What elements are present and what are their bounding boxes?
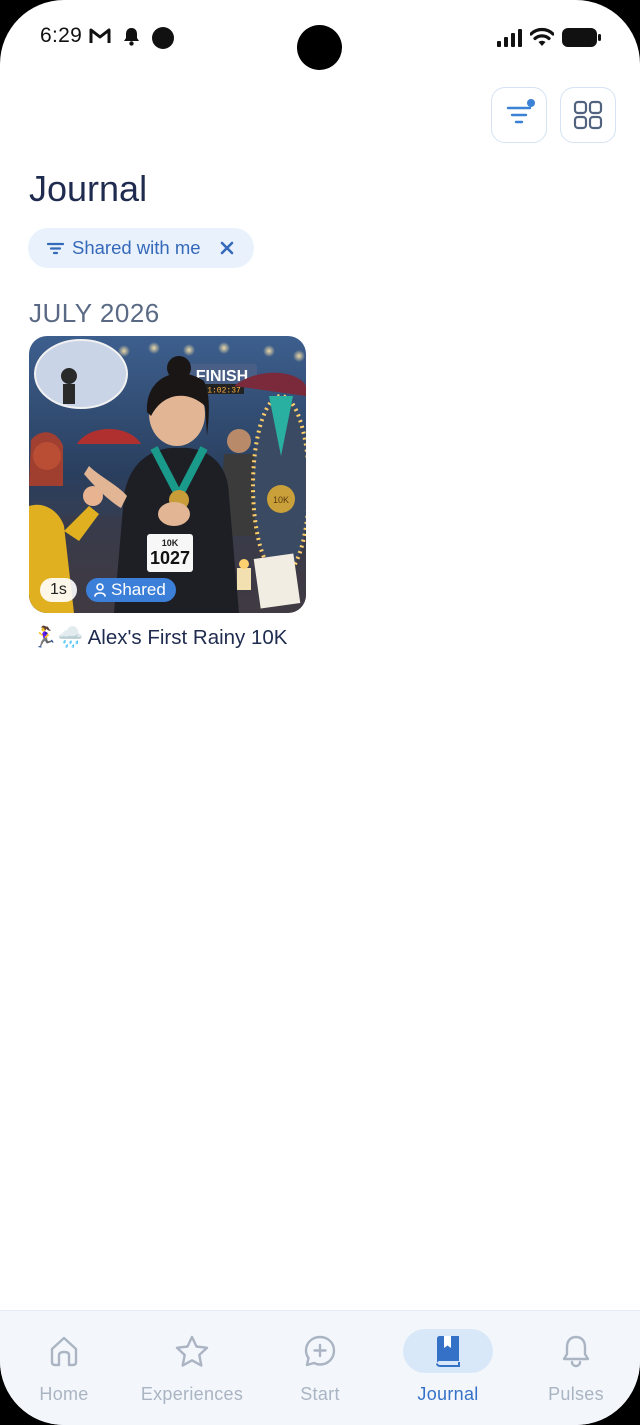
nav-pulses-label: Pulses — [548, 1384, 604, 1404]
filter-active-dot — [527, 99, 535, 107]
nav-home[interactable]: Home — [0, 1329, 128, 1405]
home-icon — [50, 1336, 78, 1367]
nav-journal-label: Journal — [417, 1384, 479, 1404]
journal-entry-card[interactable]: FINISH 1:02:37 10K 10K 1027 1s Shared — [29, 336, 306, 613]
person-icon — [94, 583, 106, 597]
mirror-medal-text: 10K — [273, 495, 289, 505]
race-bib-label: 10K — [162, 538, 179, 548]
filter-icon — [506, 106, 532, 124]
journal-book-icon — [436, 1336, 460, 1367]
wifi-icon — [530, 27, 554, 46]
nav-experiences-label: Experiences — [140, 1384, 244, 1404]
nav-experiences[interactable]: Experiences — [128, 1329, 256, 1405]
notification-bell-icon — [124, 28, 139, 46]
filter-chip-label: Shared with me — [72, 237, 201, 258]
nav-start[interactable]: Start — [256, 1329, 384, 1405]
duration-badge: 1s — [40, 578, 77, 602]
nav-home-label: Home — [39, 1384, 89, 1404]
status-time: 6:29 — [40, 24, 83, 47]
chat-plus-icon — [304, 1335, 336, 1367]
front-camera — [297, 25, 342, 70]
star-icon — [175, 1335, 209, 1367]
battery-icon — [562, 28, 601, 47]
race-bib-number: 1027 — [150, 548, 190, 568]
journal-entry-title[interactable]: 🏃‍♀️🌧️ Alex's First Rainy 10K — [32, 626, 287, 650]
bottom-navigation: Home Experiences Start Journal Pulses — [0, 1310, 640, 1425]
bell-icon — [562, 1335, 590, 1368]
entry-cover-image: FINISH 1:02:37 10K 10K 1027 — [29, 336, 306, 613]
filter-button[interactable] — [491, 87, 547, 143]
app-screen: 6:29 Journal Shared with me JULY 2026 FI… — [0, 0, 640, 1425]
shared-badge: Shared — [86, 578, 176, 602]
nav-start-label: Start — [300, 1384, 340, 1404]
month-section-header: JULY 2026 — [29, 298, 160, 328]
nav-pulses[interactable]: Pulses — [512, 1329, 640, 1405]
grid-view-button[interactable] — [560, 87, 616, 143]
gmail-icon — [89, 28, 111, 43]
filter-chip-shared-with-me[interactable]: Shared with me — [28, 228, 254, 268]
status-bar: 6:29 — [0, 0, 640, 80]
grid-view-icon — [573, 100, 603, 130]
page-title: Journal — [29, 168, 148, 209]
filter-icon — [47, 242, 64, 254]
nav-journal[interactable]: Journal — [384, 1329, 512, 1405]
dot-icon — [152, 27, 174, 49]
signal-icon — [497, 29, 522, 47]
close-icon[interactable] — [218, 239, 236, 257]
shared-badge-label: Shared — [111, 580, 166, 599]
finish-clock-text: 1:02:37 — [207, 387, 241, 396]
